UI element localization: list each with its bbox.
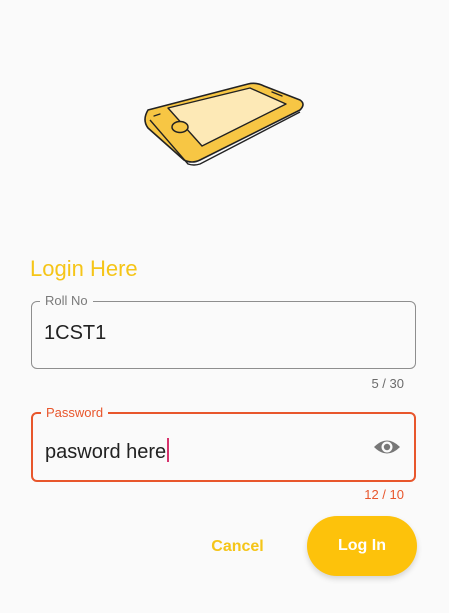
login-button[interactable]: Log In — [307, 516, 417, 576]
eye-icon[interactable] — [373, 436, 401, 458]
password-label: Password — [41, 405, 109, 421]
password-input[interactable]: pasword here — [45, 438, 354, 464]
password-counter: 12 / 10 — [364, 487, 404, 502]
text-cursor — [167, 438, 170, 462]
login-title: Login Here — [30, 256, 138, 281]
password-value: pasword here — [45, 441, 167, 463]
roll-no-field[interactable]: Roll No 1CST1 — [31, 293, 416, 369]
cancel-button[interactable]: Cancel — [200, 530, 275, 564]
roll-no-counter: 5 / 30 — [371, 376, 404, 391]
password-field[interactable]: Password pasword here — [31, 405, 416, 482]
roll-no-label: Roll No — [40, 293, 93, 309]
roll-no-input[interactable]: 1CST1 — [44, 322, 355, 345]
smartphone-illustration — [144, 82, 304, 166]
